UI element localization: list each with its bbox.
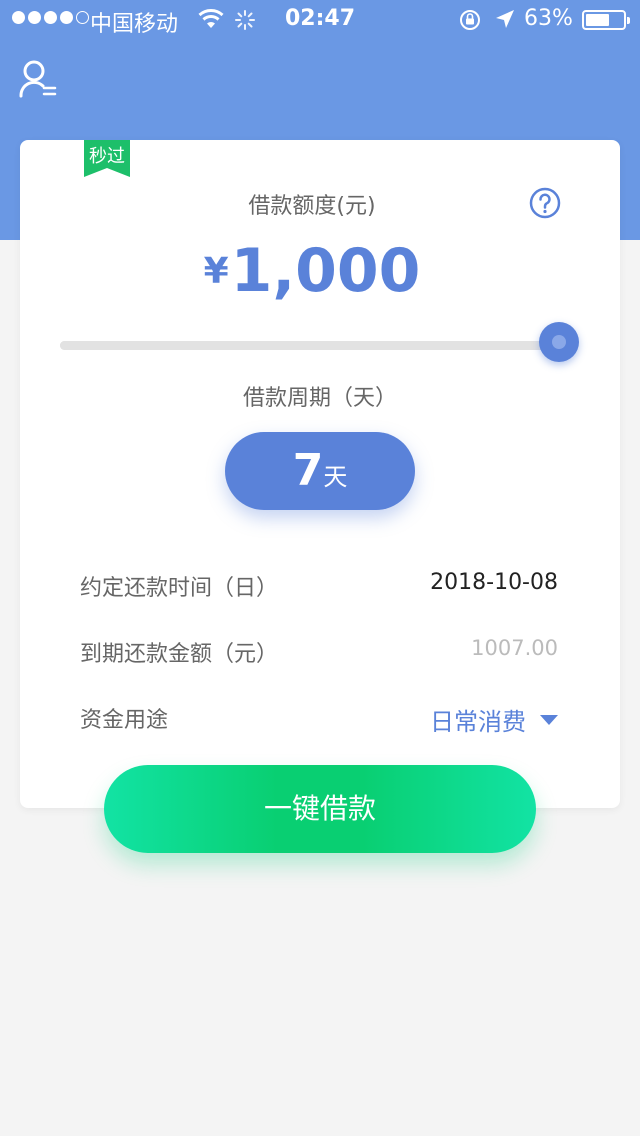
currency-symbol: ¥ <box>203 251 229 292</box>
status-bar: 中国移动 02:47 63% <box>0 0 640 40</box>
period-label: 借款周期（天） <box>242 386 397 411</box>
orientation-lock-icon <box>460 10 480 30</box>
location-arrow-icon <box>496 10 514 28</box>
period-selector-button[interactable]: 7天 <box>225 432 415 510</box>
battery-icon <box>582 10 630 30</box>
loan-card: 秒过 借款额度(元) ¥1,000 借款周期（天） 7天 约定还款时间（日） 2… <box>20 140 620 808</box>
repayment-amount-row: 到期还款金额（元） 1007.00 <box>80 632 558 668</box>
dropdown-caret-icon <box>540 714 558 725</box>
period-unit: 天 <box>323 463 348 491</box>
amount-slider-track[interactable] <box>60 341 550 350</box>
loan-purpose-label: 资金用途 <box>80 708 169 733</box>
repayment-amount-label: 到期还款金额（元） <box>80 642 279 667</box>
repayment-date-row: 约定还款时间（日） 2018-10-08 <box>80 566 558 602</box>
loan-purpose-dropdown[interactable]: 日常消费 <box>430 702 558 737</box>
loan-purpose-row: 资金用途 日常消费 <box>80 698 558 737</box>
battery-percent: 63% <box>524 6 573 31</box>
quick-approval-badge: 秒过 <box>89 146 125 167</box>
loan-purpose-value: 日常消费 <box>430 708 526 736</box>
amount-label: 借款额度(元) <box>248 194 376 219</box>
repayment-date-value: 2018-10-08 <box>430 570 558 595</box>
help-icon[interactable] <box>529 187 561 219</box>
period-value: 7 <box>292 445 324 496</box>
amount-value: 1,000 <box>230 236 421 306</box>
amount-slider-thumb[interactable] <box>539 322 579 362</box>
loan-amount: ¥1,000 <box>20 236 604 306</box>
amount-slider-fill <box>60 341 550 350</box>
repayment-amount-value: 1007.00 <box>471 636 558 660</box>
one-click-loan-button[interactable]: 一键借款 <box>104 765 536 853</box>
user-menu-icon[interactable] <box>18 58 58 100</box>
repayment-date-label: 约定还款时间（日） <box>80 576 279 601</box>
